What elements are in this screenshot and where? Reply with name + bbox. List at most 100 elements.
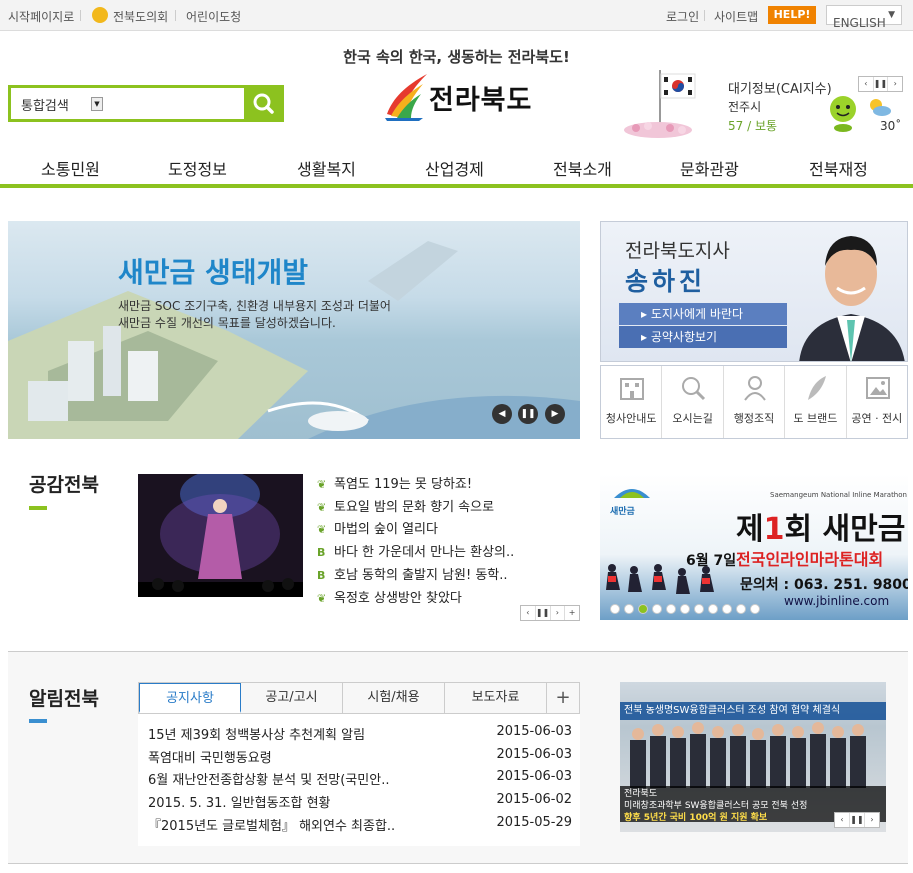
photo-news[interactable]: 전북 농생명SW융합클러스터 조성 참여 협약 체결식 전라북도 미래창조과학부…: [620, 682, 886, 832]
main-banner[interactable]: 새만금 생태개발 새만금 SOC 조기구축, 친환경 내부용지 조성과 더불어 …: [8, 221, 580, 439]
quick-label: 청사안내도: [605, 412, 657, 425]
news-item[interactable]: ❦ 옥정호 상생방안 찾았다: [317, 587, 462, 606]
pager-dot[interactable]: [722, 604, 732, 614]
site-logo[interactable]: 전라북도: [383, 68, 543, 122]
tab-exams[interactable]: 시험/채용: [343, 683, 445, 713]
pager-dot[interactable]: [610, 604, 620, 614]
nav-item-welfare[interactable]: 생활복지: [297, 156, 356, 180]
divider: [704, 10, 705, 21]
message-governor-button[interactable]: ▸ 도지사에게 바란다: [619, 303, 787, 325]
banner-title: 새만금 생태개발: [118, 256, 309, 289]
title-suffix: 회 새만금: [784, 512, 906, 547]
chevron-down-icon[interactable]: ▼: [91, 97, 103, 111]
nav-item-about[interactable]: 전북소개: [553, 156, 612, 180]
prev-icon[interactable]: ‹: [859, 77, 874, 91]
plus-icon[interactable]: +: [565, 606, 579, 620]
tab-announcements[interactable]: 공고/고시: [241, 683, 343, 713]
pager-dot[interactable]: [652, 604, 662, 614]
quick-item-brand[interactable]: 도 브랜드: [785, 366, 847, 438]
next-icon[interactable]: ›: [888, 77, 902, 91]
notice-row[interactable]: 『2015년도 글로벌체험』 해외연수 최종합.. 2015-05-29: [148, 815, 572, 834]
weather-sun-cloud-icon: [870, 99, 891, 116]
air-temp: 30˚: [880, 119, 902, 133]
title-prefix: 제: [736, 512, 764, 547]
news-item[interactable]: ❦ 토요일 밤의 문화 향기 속으로: [317, 496, 494, 515]
air-city: 전주시: [728, 100, 762, 114]
next-icon[interactable]: ›: [551, 606, 566, 620]
group-photo-image: [630, 722, 866, 788]
building-icon: [620, 378, 644, 400]
news-text: 바다 한 가운데서 만나는 환상의..: [334, 545, 515, 560]
notice-row[interactable]: 2015. 5. 31. 일반협동조합 현황 2015-06-02: [148, 792, 572, 811]
national-flag-icon: [624, 70, 696, 138]
pause-icon[interactable]: ❚❚: [536, 606, 551, 620]
search-scope[interactable]: 통합검색: [21, 95, 69, 114]
nav-item-economy[interactable]: 산업경제: [425, 156, 484, 180]
pager-dot[interactable]: [708, 604, 718, 614]
pager-dot[interactable]: [736, 604, 746, 614]
chevron-right-icon: ▸: [641, 307, 651, 321]
news-item[interactable]: B 호남 동학의 출발지 남원! 동학..: [317, 564, 508, 583]
mascot-smile-icon: [830, 96, 856, 132]
nav-item-government[interactable]: 도정정보: [168, 156, 227, 180]
notice-row[interactable]: 15년 제39회 청백봉사상 추천계획 알림 2015-06-03: [148, 724, 572, 743]
banner-next-button[interactable]: ▶: [545, 404, 565, 424]
pager-dot[interactable]: [624, 604, 634, 614]
btn-label: 도지사에게 바란다: [650, 307, 743, 321]
nav-item-civil[interactable]: 소통민원: [41, 156, 100, 180]
pledges-button[interactable]: ▸ 공약사항보기: [619, 326, 787, 348]
search-button[interactable]: [244, 85, 284, 122]
pager-dot[interactable]: [680, 604, 690, 614]
governor-role: 전라북도지사: [625, 240, 730, 262]
kids-link[interactable]: 어린이도청: [186, 8, 241, 25]
search-input[interactable]: [107, 92, 237, 116]
notice-row[interactable]: 폭염대비 국민행동요령 2015-06-03: [148, 747, 572, 766]
login-link[interactable]: 로그인: [666, 8, 699, 25]
pager-dot[interactable]: [638, 604, 648, 614]
gonggam-thumbnail[interactable]: [138, 474, 303, 597]
nav-item-finance[interactable]: 전북재정: [809, 156, 868, 180]
news-item[interactable]: B 바다 한 가운데서 만나는 환상의..: [317, 541, 514, 560]
council-link[interactable]: 전북도의회: [113, 8, 168, 25]
language-select[interactable]: ENGLISH ▼: [826, 5, 902, 30]
news-text: 토요일 밤의 문화 향기 속으로: [334, 500, 495, 515]
more-button[interactable]: +: [547, 683, 579, 713]
tab-press[interactable]: 보도자료: [445, 683, 547, 713]
prev-icon[interactable]: ‹: [835, 813, 850, 827]
start-page-link[interactable]: 시작페이지로: [8, 8, 74, 25]
news-item[interactable]: ❦ 폭염도 119는 못 당하죠!: [317, 473, 472, 492]
photo-tag: 전라북도: [624, 789, 658, 799]
quick-label: 오시는길: [672, 412, 713, 425]
sitemap-link[interactable]: 사이트맵: [714, 8, 758, 25]
tab-notices[interactable]: 공지사항: [139, 683, 241, 713]
nav-item-culture[interactable]: 문화관광: [680, 156, 739, 180]
quick-item-building[interactable]: 청사안내도: [601, 366, 663, 438]
quick-item-gallery[interactable]: 공연 · 전시: [847, 366, 907, 438]
quick-item-directions[interactable]: 오시는길: [662, 366, 724, 438]
stage-performance-image: [138, 474, 303, 597]
pause-icon[interactable]: ❚❚: [874, 77, 889, 91]
marathon-url[interactable]: www.jbinline.com: [784, 594, 889, 608]
marathon-ad[interactable]: 새만금 Saemangeum National Inline Marathon …: [600, 474, 908, 620]
banner-prev-button[interactable]: ◀: [492, 404, 512, 424]
utility-bar: 시작페이지로 전북도의회 어린이도청 로그인 사이트맵 HELP! ENGLIS…: [0, 0, 913, 31]
pager-dot[interactable]: [666, 604, 676, 614]
quick-item-organization[interactable]: 행정조직: [724, 366, 786, 438]
logo-text: 전라북도: [429, 85, 533, 116]
next-icon[interactable]: ›: [865, 813, 879, 827]
governor-box: 전라북도지사 송하진 ▸ 도지사에게 바란다 ▸ 공약사항보기: [600, 221, 908, 362]
pager-dot[interactable]: [694, 604, 704, 614]
banner-pause-button[interactable]: ❚❚: [518, 404, 538, 424]
pager-dot[interactable]: [750, 604, 760, 614]
notice-row[interactable]: 6월 재난안전종합상황 분석 및 전망(국민안.. 2015-06-03: [148, 769, 572, 788]
pause-icon[interactable]: ❚❚: [850, 813, 865, 827]
blog-icon: B: [317, 569, 326, 582]
help-button[interactable]: HELP!: [768, 6, 816, 24]
slogan: 한국 속의 한국, 생동하는 전라북도!: [343, 48, 570, 66]
air-title[interactable]: 대기정보(CAI지수): [728, 78, 832, 97]
divider: [80, 10, 81, 21]
chevron-right-icon: ▸: [641, 330, 651, 344]
prev-icon[interactable]: ‹: [521, 606, 536, 620]
governor-name: 송하진: [625, 267, 707, 296]
news-item[interactable]: ❦ 마법의 숲이 열리다: [317, 518, 438, 537]
